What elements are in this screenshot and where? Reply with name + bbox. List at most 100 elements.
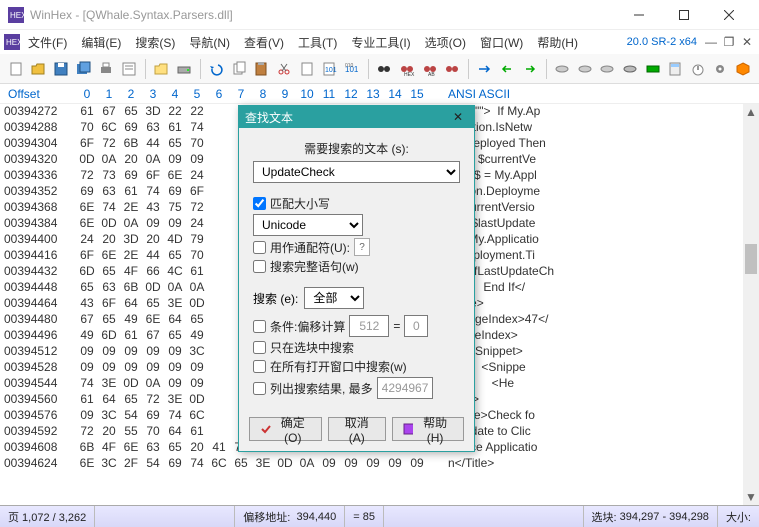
hex-cell[interactable]: 3C — [98, 456, 120, 472]
hex-cell[interactable]: 61 — [120, 328, 142, 344]
find-hex-icon[interactable]: HEX — [397, 58, 417, 80]
hex-cell[interactable]: 49 — [76, 328, 98, 344]
offset-cell[interactable]: 00394624 — [4, 456, 76, 472]
ascii-cell[interactable]: n.Deployment.Ti — [448, 248, 759, 264]
hex-cell[interactable]: 24 — [186, 168, 208, 184]
hex-cell[interactable]: 74 — [76, 376, 98, 392]
hex-cell[interactable]: 09 — [142, 360, 164, 376]
hex-cell[interactable]: 67 — [142, 328, 164, 344]
match-case-checkbox[interactable] — [253, 197, 266, 210]
hex-cell[interactable]: 20 — [186, 440, 208, 456]
search-text-input[interactable]: UpdateCheck — [253, 161, 460, 183]
ascii-cell[interactable]: meOfLastUpdateCh — [448, 264, 759, 280]
hex-cell[interactable]: 66 — [142, 264, 164, 280]
hex-cell[interactable]: 61 — [186, 264, 208, 280]
hex-cell[interactable]: 09 — [362, 456, 384, 472]
menu-specialist[interactable]: 专业工具(I) — [345, 32, 416, 53]
hex-cell[interactable]: 43 — [76, 296, 98, 312]
hex-cell[interactable]: 6E — [120, 440, 142, 456]
hex-cell[interactable]: 09 — [186, 360, 208, 376]
max-results-input[interactable] — [377, 377, 433, 399]
hex-cell[interactable]: 6F — [186, 184, 208, 200]
hex-cell[interactable]: 65 — [230, 456, 252, 472]
hex-cell[interactable]: 6D — [76, 264, 98, 280]
hex-cell[interactable]: 54 — [142, 456, 164, 472]
offset-cell[interactable]: 00394528 — [4, 360, 76, 376]
hex-cell[interactable]: 54 — [120, 408, 142, 424]
save-icon[interactable] — [51, 58, 71, 80]
hex-cell[interactable]: 65 — [186, 312, 208, 328]
cond-v1-input[interactable] — [349, 315, 389, 337]
goto-icon[interactable] — [475, 58, 495, 80]
hex-cell[interactable]: 20 — [98, 232, 120, 248]
ascii-cell[interactable]: ImageIndex> — [448, 328, 759, 344]
offset-cell[interactable]: 00394352 — [4, 184, 76, 200]
hex-cell[interactable]: 73 — [98, 168, 120, 184]
col-header[interactable]: 7 — [230, 87, 252, 101]
offset-cell[interactable]: 00394496 — [4, 328, 76, 344]
hex-cell[interactable]: 3E — [252, 456, 274, 472]
hex-cell[interactable]: 69 — [120, 168, 142, 184]
menu-edit[interactable]: 编辑(E) — [75, 32, 127, 53]
diskgrey4-icon[interactable] — [620, 58, 640, 80]
hex-cell[interactable]: 3C — [98, 408, 120, 424]
hex-cell[interactable]: 09 — [164, 344, 186, 360]
hex-cell[interactable]: 63 — [98, 280, 120, 296]
offset-cell[interactable]: 00394480 — [4, 312, 76, 328]
binoculars-icon[interactable] — [375, 58, 395, 80]
hex-cell[interactable]: 09 — [142, 216, 164, 232]
hex-cell[interactable]: 6E — [98, 248, 120, 264]
diskgrey1-icon[interactable] — [552, 58, 572, 80]
ram-icon[interactable] — [643, 58, 663, 80]
ascii-cell[interactable]: nt.CurrentVersio — [448, 200, 759, 216]
hex-cell[interactable]: 09 — [164, 216, 186, 232]
hex-cell[interactable]: 09 — [98, 344, 120, 360]
menu-search[interactable]: 搜索(S) — [129, 32, 181, 53]
mdi-close-button[interactable]: ✕ — [739, 34, 755, 50]
status-page[interactable]: 页 1,072 / 3,262 — [0, 506, 95, 527]
hex-cell[interactable]: 0A — [142, 376, 164, 392]
scroll-down-icon[interactable]: ▼ — [743, 489, 759, 505]
scroll-up-icon[interactable]: ▲ — [743, 104, 759, 120]
hex-cell[interactable]: 69 — [142, 408, 164, 424]
ascii-cell[interactable]: eck End If</ — [448, 280, 759, 296]
cancel-button[interactable]: 取消(A) — [328, 417, 386, 441]
list-results-checkbox[interactable] — [253, 382, 266, 395]
minimize-button[interactable] — [616, 0, 661, 30]
offset-cell[interactable]: 00394544 — [4, 376, 76, 392]
hex-cell[interactable]: 6B — [76, 440, 98, 456]
col-header[interactable]: 8 — [252, 87, 274, 101]
hex-cell[interactable]: 0D — [186, 296, 208, 312]
offset-cell[interactable]: 00394320 — [4, 152, 76, 168]
col-header[interactable]: 13 — [362, 87, 384, 101]
hex-cell[interactable]: 43 — [142, 200, 164, 216]
hex-cell[interactable]: 55 — [120, 424, 142, 440]
hex-cell[interactable]: 64 — [164, 424, 186, 440]
hex-cell[interactable]: 72 — [98, 136, 120, 152]
col-header[interactable]: 6 — [208, 87, 230, 101]
offset-cell[interactable]: 00394336 — [4, 168, 76, 184]
ascii-cell[interactable]: $ = My.Applicatio — [448, 232, 759, 248]
hex-cell[interactable]: 64 — [98, 392, 120, 408]
print-icon[interactable] — [96, 58, 116, 80]
hex-cell[interactable]: 0A — [120, 216, 142, 232]
col-header[interactable]: 5 — [186, 87, 208, 101]
col-header[interactable]: 12 — [340, 87, 362, 101]
hex-cell[interactable]: 6C — [98, 120, 120, 136]
find-again-icon[interactable] — [442, 58, 462, 80]
hex-icon[interactable]: 101010 — [342, 58, 362, 80]
maximize-button[interactable] — [661, 0, 706, 30]
hex-cell[interactable]: 0A — [98, 152, 120, 168]
hex-cell[interactable]: 65 — [164, 136, 186, 152]
col-header[interactable]: 2 — [120, 87, 142, 101]
hex-cell[interactable]: 74 — [186, 456, 208, 472]
menu-options[interactable]: 选项(O) — [419, 32, 472, 53]
clipboard2-icon[interactable] — [297, 58, 317, 80]
hex-cell[interactable]: 65 — [76, 280, 98, 296]
wildcard-checkbox[interactable] — [253, 241, 266, 254]
dialog-close-button[interactable]: ✕ — [448, 108, 468, 126]
hex-cell[interactable]: 65 — [120, 104, 142, 120]
scrollbar[interactable]: ▲ ▼ — [743, 104, 759, 505]
gear-icon[interactable] — [711, 58, 731, 80]
ascii-cell[interactable]: n $lastUpdate — [448, 216, 759, 232]
